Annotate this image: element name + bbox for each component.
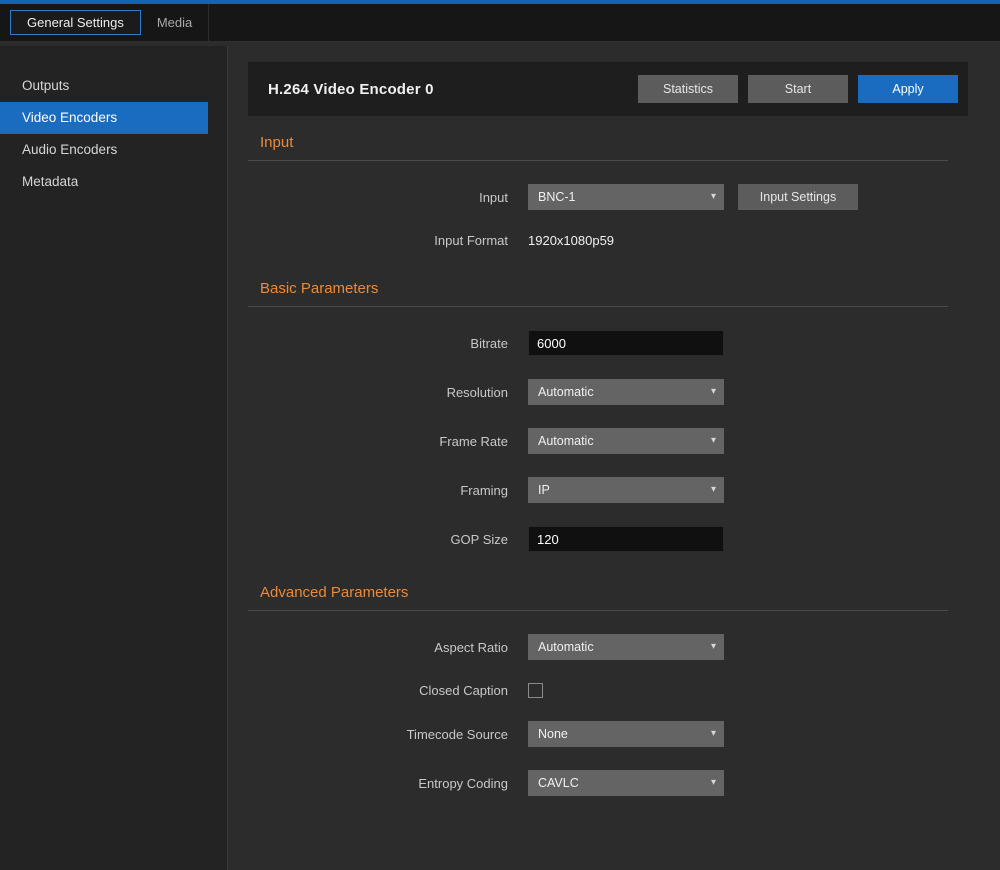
main-content: H.264 Video Encoder 0 Statistics Start A…: [248, 62, 968, 796]
resolution-label: Resolution: [248, 385, 528, 400]
frame-rate-select-value: Automatic: [538, 434, 594, 448]
gop-size-label: GOP Size: [248, 532, 528, 547]
row-resolution: Resolution Automatic ▾: [248, 379, 968, 405]
apply-button[interactable]: Apply: [858, 75, 958, 103]
page-title: H.264 Video Encoder 0: [268, 81, 434, 98]
closed-caption-checkbox[interactable]: [528, 683, 543, 698]
timecode-source-select[interactable]: None ▾: [528, 721, 724, 747]
entropy-coding-select-value: CAVLC: [538, 776, 579, 790]
section-divider: [248, 610, 948, 611]
input-format-value: 1920x1080p59: [528, 233, 614, 248]
section-advanced-parameters: Advanced Parameters Aspect Ratio Automat…: [248, 584, 968, 796]
sidebar-item-audio-encoders[interactable]: Audio Encoders: [0, 134, 208, 166]
section-heading-basic: Basic Parameters: [248, 280, 968, 297]
resolution-select-value: Automatic: [538, 385, 594, 399]
sidebar-item-video-encoders[interactable]: Video Encoders: [0, 102, 208, 134]
start-button[interactable]: Start: [748, 75, 848, 103]
input-format-label: Input Format: [248, 233, 528, 248]
frame-rate-label: Frame Rate: [248, 434, 528, 449]
chevron-down-icon: ▾: [711, 729, 716, 739]
bitrate-input[interactable]: [528, 330, 724, 356]
row-aspect-ratio: Aspect Ratio Automatic ▾: [248, 634, 968, 660]
row-timecode-source: Timecode Source None ▾: [248, 721, 968, 747]
chevron-down-icon: ▾: [711, 485, 716, 495]
sidebar: Outputs Video Encoders Audio Encoders Me…: [0, 46, 228, 870]
frame-rate-select[interactable]: Automatic ▾: [528, 428, 724, 454]
row-input-format: Input Format 1920x1080p59: [248, 233, 968, 248]
row-framing: Framing IP ▾: [248, 477, 968, 503]
chevron-down-icon: ▾: [711, 436, 716, 446]
chevron-down-icon: ▾: [711, 192, 716, 202]
chevron-down-icon: ▾: [711, 387, 716, 397]
framing-label: Framing: [248, 483, 528, 498]
chevron-down-icon: ▾: [711, 778, 716, 788]
aspect-ratio-select[interactable]: Automatic ▾: [528, 634, 724, 660]
input-select-value: BNC-1: [538, 190, 576, 204]
row-frame-rate: Frame Rate Automatic ▾: [248, 428, 968, 454]
input-label: Input: [248, 190, 528, 205]
sidebar-item-metadata[interactable]: Metadata: [0, 166, 208, 198]
row-entropy-coding: Entropy Coding CAVLC ▾: [248, 770, 968, 796]
entropy-coding-label: Entropy Coding: [248, 776, 528, 791]
entropy-coding-select[interactable]: CAVLC ▾: [528, 770, 724, 796]
row-gop-size: GOP Size: [248, 526, 968, 552]
tab-general-settings[interactable]: General Settings: [10, 10, 141, 35]
timecode-source-select-value: None: [538, 727, 568, 741]
tab-media[interactable]: Media: [141, 4, 209, 41]
input-settings-button[interactable]: Input Settings: [738, 184, 858, 210]
framing-select[interactable]: IP ▾: [528, 477, 724, 503]
closed-caption-label: Closed Caption: [248, 683, 528, 698]
row-closed-caption: Closed Caption: [248, 683, 968, 698]
aspect-ratio-label: Aspect Ratio: [248, 640, 528, 655]
section-heading-advanced: Advanced Parameters: [248, 584, 968, 601]
panel-buttons: Statistics Start Apply: [628, 75, 958, 103]
framing-select-value: IP: [538, 483, 550, 497]
row-bitrate: Bitrate: [248, 330, 968, 356]
bitrate-label: Bitrate: [248, 336, 528, 351]
statistics-button[interactable]: Statistics: [638, 75, 738, 103]
timecode-source-label: Timecode Source: [248, 727, 528, 742]
row-input: Input BNC-1 ▾ Input Settings: [248, 184, 968, 210]
sidebar-item-outputs[interactable]: Outputs: [0, 70, 208, 102]
chevron-down-icon: ▾: [711, 642, 716, 652]
resolution-select[interactable]: Automatic ▾: [528, 379, 724, 405]
aspect-ratio-select-value: Automatic: [538, 640, 594, 654]
gop-size-input[interactable]: [528, 526, 724, 552]
section-divider: [248, 160, 948, 161]
section-heading-input: Input: [248, 134, 968, 151]
section-basic-parameters: Basic Parameters Bitrate Resolution Auto…: [248, 280, 968, 552]
panel-header: H.264 Video Encoder 0 Statistics Start A…: [248, 62, 968, 116]
section-input: Input Input BNC-1 ▾ Input Settings Input…: [248, 134, 968, 248]
section-divider: [248, 306, 948, 307]
input-select[interactable]: BNC-1 ▾: [528, 184, 724, 210]
top-navigation: General Settings Media: [0, 0, 1000, 42]
